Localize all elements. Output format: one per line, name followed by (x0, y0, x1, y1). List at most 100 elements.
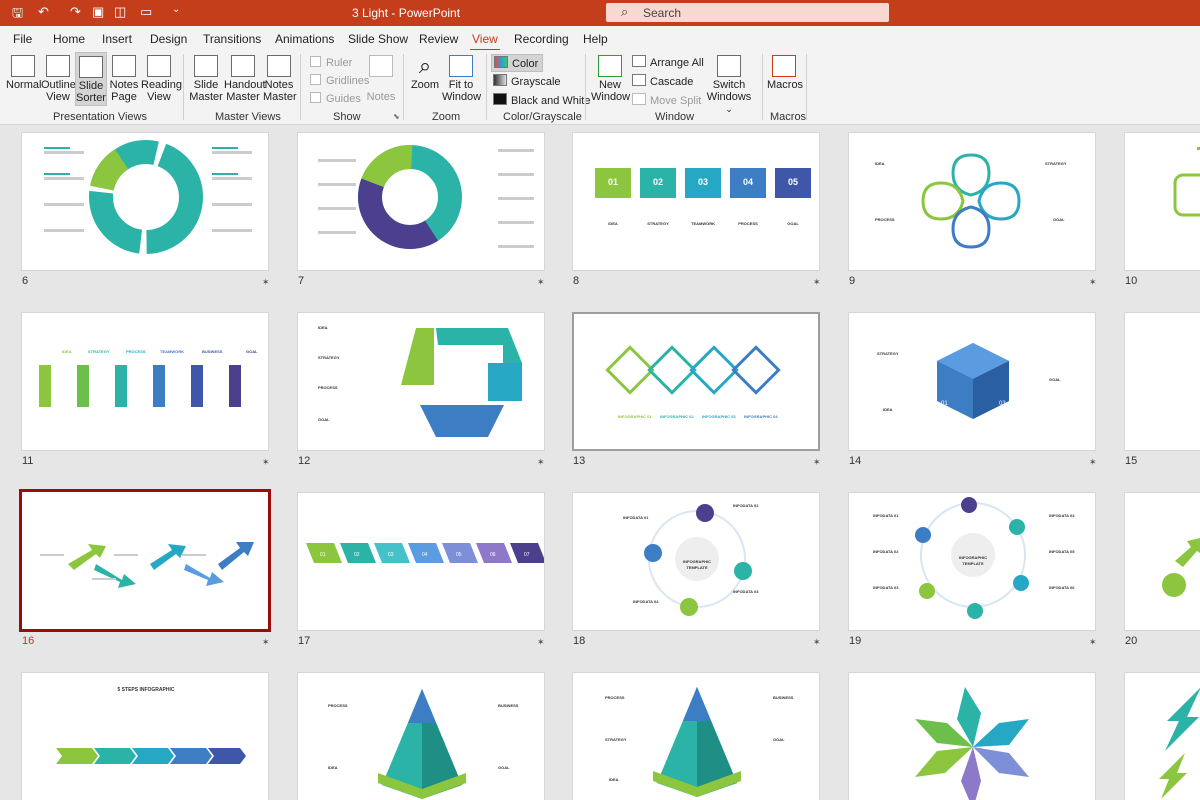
tab-home[interactable]: Home (53, 32, 85, 46)
tab-insert[interactable]: Insert (102, 32, 132, 46)
outline-view-button[interactable]: Outline View (41, 55, 76, 103)
slide-thumbnail-20[interactable] (1124, 492, 1200, 631)
notes-button[interactable]: Notes (366, 55, 396, 103)
slide-thumbnail-7[interactable] (297, 132, 545, 271)
normal-view-button[interactable]: Normal (6, 55, 41, 91)
slide-thumbnail-9[interactable]: IDEA STRATEGY PROCESS GOAL (848, 132, 1096, 271)
group-separator (762, 54, 763, 120)
infographic-label: GOAL (1049, 377, 1061, 382)
step-label: TEAMWORK (160, 349, 184, 354)
slide-number: 11 (22, 455, 34, 467)
slide-thumbnail-16[interactable] (19, 489, 271, 632)
notes-master-label-1: Notes (264, 79, 294, 91)
tab-animations[interactable]: Animations (275, 32, 334, 46)
slide-thumbnail-13[interactable]: INFOGRAPHIC 01 INFOGRAPHIC 02 INFOGRAPHI… (572, 312, 820, 451)
arrange-all-button[interactable]: Arrange All (632, 55, 704, 69)
tab-file[interactable]: File (13, 32, 32, 46)
undo-icon[interactable]: ↶ (38, 4, 49, 20)
step-number: 02 (354, 552, 360, 558)
slide-thumbnail-15[interactable] (1124, 312, 1200, 451)
fit-to-window-button[interactable]: Fit to Window (442, 55, 481, 103)
presentation-views-group-label: Presentation Views (53, 111, 147, 123)
switch-windows-icon (717, 55, 741, 77)
slide-thumbnail-8[interactable]: 01 02 03 04 05 IDEA STRATEGY TEAMWORK PR… (572, 132, 820, 271)
step-number: 01 (608, 177, 618, 187)
switch-windows-button[interactable]: Switch Windows ⌄ (704, 55, 754, 115)
infographic-label: IDEA (609, 777, 619, 782)
center-subtitle: TEMPLATE (962, 561, 984, 566)
outline-view-label-2: View (46, 91, 70, 103)
macros-button[interactable]: Macros (767, 55, 804, 91)
slide-thumbnail-12[interactable]: IDEA STRATEGY PROCESS GOAL (297, 312, 545, 451)
slide-sorter-label-2: Sorter (76, 92, 106, 104)
guides-checkbox[interactable]: Guides (310, 92, 361, 105)
infographic-label: STRATEGY (877, 351, 899, 356)
slide-master-label-1: Slide (193, 79, 219, 91)
zoom-button[interactable]: ⌕ Zoom (409, 53, 441, 91)
infographic-label: PROCESS (328, 703, 348, 708)
infodata-label: INFODATA 03 (873, 585, 899, 590)
ruler-label: Ruler (326, 57, 353, 69)
tab-view[interactable]: View (470, 32, 500, 51)
handout-master-button[interactable]: Handout Master (224, 55, 266, 103)
tab-design[interactable]: Design (150, 32, 187, 46)
tab-help[interactable]: Help (583, 32, 608, 46)
macros-label: Macros (767, 79, 804, 91)
slide-number: 19 (849, 635, 862, 647)
move-split-button[interactable]: Move Split (632, 93, 701, 107)
grayscale-button[interactable]: Grayscale (493, 74, 561, 88)
notes-page-button[interactable]: Notes Page (109, 55, 139, 103)
master-views-group-label: Master Views (215, 111, 281, 123)
slide-thumbnail-17[interactable]: 01 02 03 04 05 06 07 (297, 492, 545, 631)
bw-swatch-icon (493, 93, 507, 105)
slide-thumbnail-22[interactable]: PROCESS BUSINESS IDEA GOAL (297, 672, 545, 800)
redo-icon[interactable]: ↷ (70, 4, 81, 20)
tab-review[interactable]: Review (419, 32, 458, 46)
dialog-launcher-icon[interactable]: ⬊ (393, 112, 400, 121)
slide-thumbnail-11[interactable]: IDEA STRATEGY PROCESS TEAMWORK BUSINESS … (21, 312, 269, 451)
slide-thumbnail-10[interactable] (1124, 132, 1200, 271)
tab-slide-show[interactable]: Slide Show (348, 32, 408, 46)
shape-icon[interactable]: ▭ (140, 4, 152, 20)
transition-star-icon: ✶ (813, 277, 821, 287)
step-number: 05 (456, 552, 462, 558)
tab-transitions[interactable]: Transitions (203, 32, 261, 46)
slide-number: 7 (298, 275, 305, 287)
reading-view-button[interactable]: Reading View (141, 55, 182, 103)
slide-thumbnail-14[interactable]: 01 03 STRATEGY IDEA GOAL (848, 312, 1096, 451)
new-window-button[interactable]: New Window (591, 55, 630, 103)
group-separator (806, 54, 807, 120)
notes-master-button[interactable]: Notes Master (263, 55, 297, 103)
slide-thumbnail-23[interactable]: PROCESS BUSINESS STRATEGY GOAL IDEA (572, 672, 820, 800)
infodata-label: INFODATA 01 (623, 515, 649, 520)
slide-master-button[interactable]: Slide Master (189, 55, 223, 103)
notes-page-label-1: Notes (109, 79, 139, 91)
slide-thumbnail-18[interactable]: INFOGRAPHIC TEMPLATE INFODATA 01 INFODAT… (572, 492, 820, 631)
normal-view-icon (11, 55, 35, 77)
infographic-label: INFOGRAPHIC 04 (744, 414, 778, 419)
ruler-checkbox[interactable]: Ruler (310, 56, 352, 69)
customize-icon[interactable]: ⌄ (172, 4, 180, 15)
presentation-icon[interactable]: ▣ (92, 4, 104, 20)
slide-sorter-button[interactable]: Slide Sorter (75, 52, 107, 106)
slide-thumbnail-25[interactable] (1124, 672, 1200, 800)
gridlines-checkbox[interactable]: Gridlines (310, 74, 369, 87)
search-box[interactable]: ⌕ Search (606, 3, 889, 22)
slide-thumbnail-19[interactable]: INFOGRAPHIC TEMPLATE INFODATA 01 INFODAT… (848, 492, 1096, 631)
reading-view-label-2: View (147, 91, 171, 103)
color-button[interactable]: Color (491, 54, 544, 72)
slide-thumbnail-24[interactable] (848, 672, 1096, 800)
tab-recording[interactable]: Recording (514, 32, 569, 46)
switch-label-1: Switch (712, 79, 746, 91)
layout-icon[interactable]: ◫ (114, 4, 126, 20)
cascade-button[interactable]: Cascade (632, 74, 693, 88)
infodata-label: INFODATA 03 (733, 589, 759, 594)
fit-window-icon (449, 55, 473, 77)
show-group-label: Show (333, 111, 361, 123)
slide-thumbnail-21[interactable]: 5 STEPS INFOGRAPHIC (21, 672, 269, 800)
slide-thumbnail-6[interactable] (21, 132, 269, 271)
black-and-white-button[interactable]: Black and White (493, 93, 590, 107)
slide-number: 10 (1125, 275, 1138, 287)
save-icon[interactable]: 🖫 (12, 4, 23, 26)
handout-master-icon (231, 55, 255, 77)
